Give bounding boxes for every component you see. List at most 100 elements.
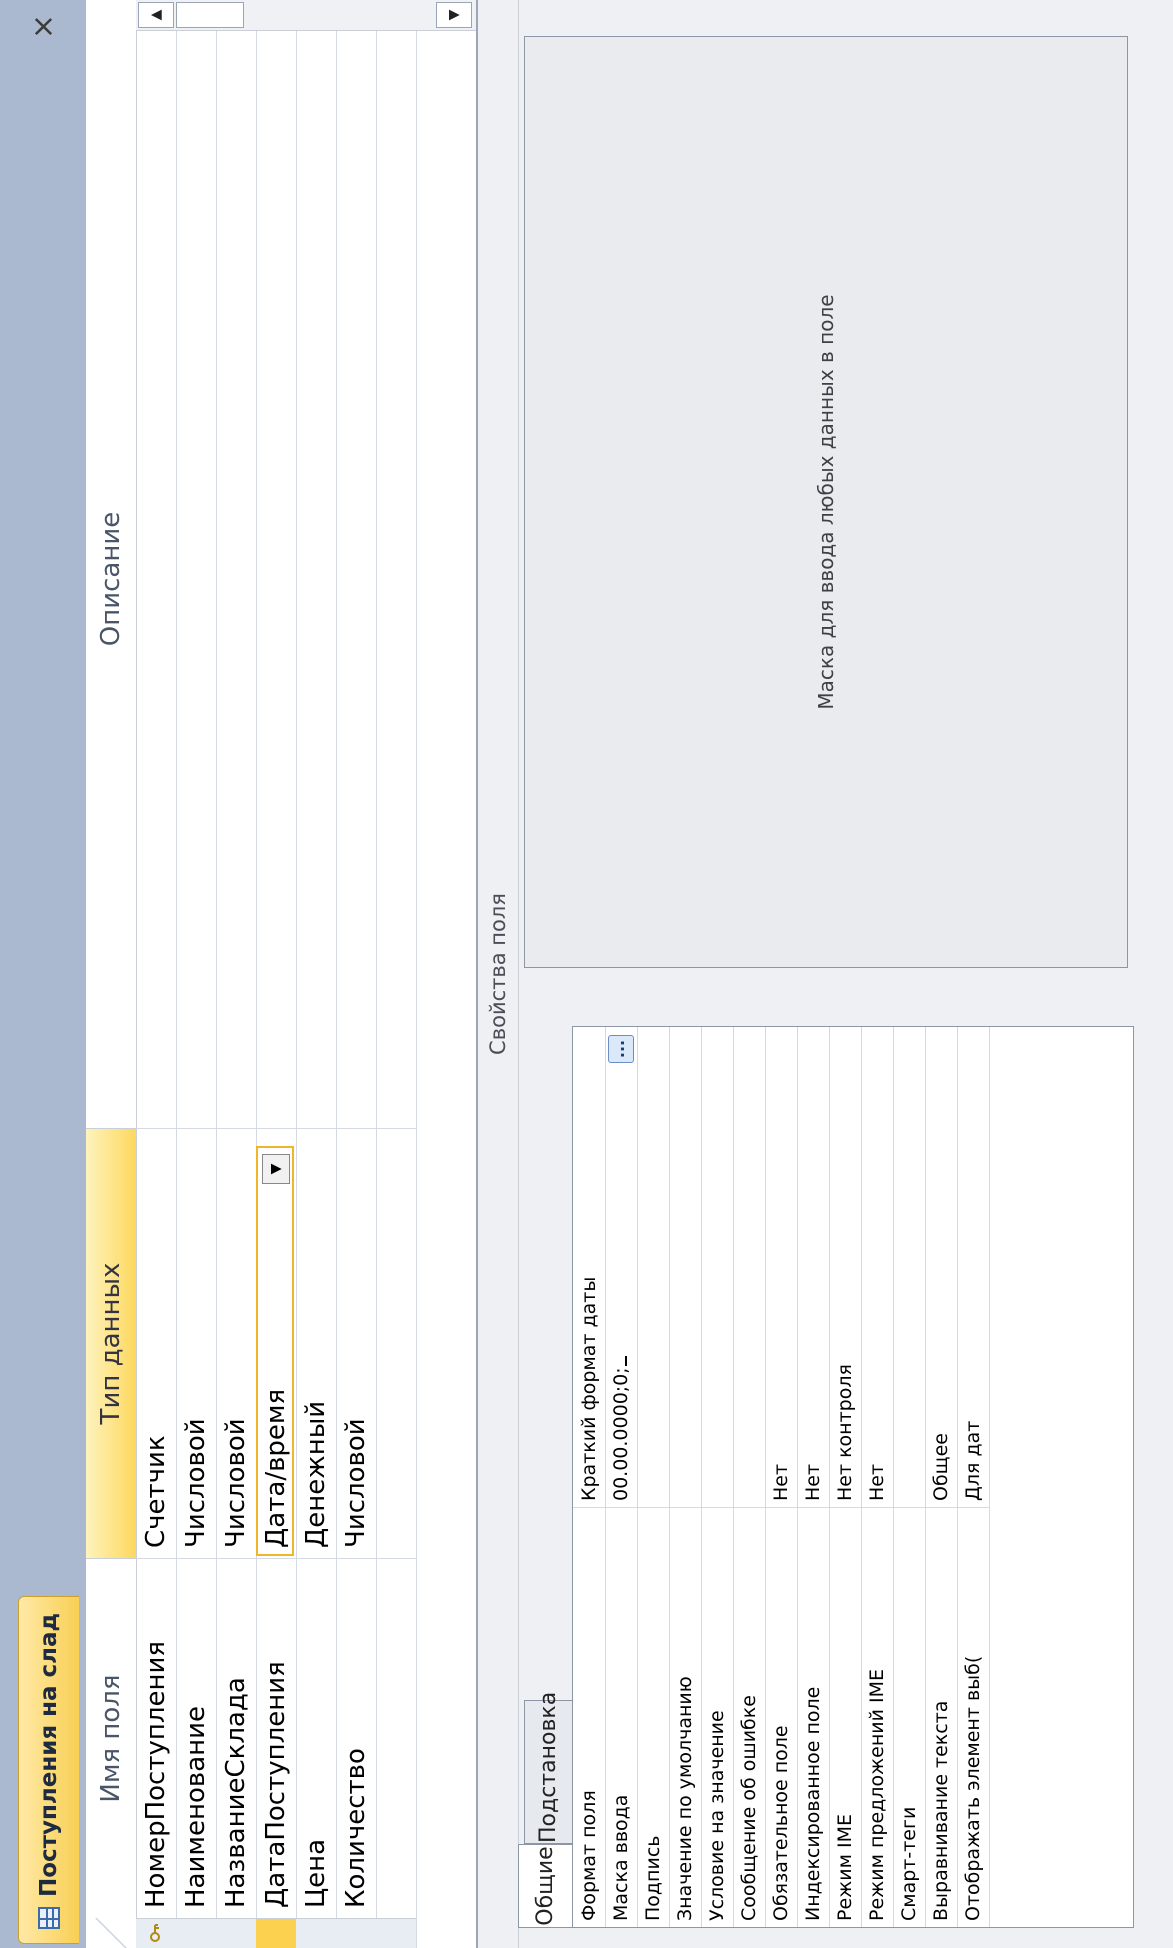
field-name-cell[interactable]: ДатаПоступления [256, 1558, 296, 1918]
field-name-cell[interactable]: Наименование [176, 1558, 216, 1918]
property-row[interactable]: Режим предложений IME Нет [861, 1027, 894, 1927]
property-row[interactable]: Подпись [637, 1027, 670, 1927]
property-row[interactable]: Сообщение об ошибке [733, 1027, 766, 1927]
property-value[interactable] [893, 1027, 925, 1507]
property-row[interactable]: Выравнивание текста Общее [925, 1027, 958, 1927]
property-value[interactable]: Нет [797, 1027, 829, 1507]
data-type-cell[interactable]: Денежный [296, 1128, 336, 1558]
scroll-thumb[interactable] [176, 2, 244, 28]
property-help-text: Маска для ввода любых данных в поле [814, 294, 838, 710]
row-selector[interactable] [136, 1918, 176, 1948]
table-row[interactable]: Наименование Числовой [176, 0, 217, 1948]
property-name: Смарт-теги [893, 1507, 925, 1927]
property-name: Сообщение об ошибке [733, 1507, 765, 1927]
property-help-panel: Маска для ввода любых данных в поле [524, 36, 1128, 968]
property-value[interactable] [733, 1027, 765, 1507]
scroll-up-icon[interactable]: ▲ [138, 2, 174, 28]
property-name: Маска ввода [605, 1507, 637, 1927]
header-description[interactable]: Описание [86, 30, 136, 1128]
property-name: Индексированное поле [797, 1507, 829, 1927]
property-row[interactable]: Формат поля Краткий формат даты [573, 1027, 606, 1927]
property-row-active[interactable]: Маска ввода 00.00.0000;0;... [605, 1027, 638, 1927]
property-name: Обязательное поле [765, 1507, 797, 1927]
description-cell[interactable] [216, 0, 256, 1128]
description-cell[interactable] [256, 0, 296, 1128]
primary-key-icon [150, 1924, 160, 1942]
table-row[interactable]: Цена Денежный [296, 0, 337, 1948]
property-name: Режим предложений IME [861, 1507, 893, 1927]
field-name-cell[interactable]: НомерПоступления [136, 1558, 176, 1918]
table-row[interactable]: НазваниеСклада Числовой [216, 0, 257, 1948]
property-name: Отображать элемент выб( [957, 1507, 989, 1927]
select-all-corner[interactable] [86, 1918, 136, 1948]
row-selector[interactable] [296, 1918, 336, 1948]
data-type-cell[interactable]: Счетчик [136, 1128, 176, 1558]
property-row[interactable]: Условие на значение [701, 1027, 734, 1927]
row-selector[interactable] [216, 1918, 256, 1948]
field-name-cell[interactable]: НазваниеСклада [216, 1558, 256, 1918]
vertical-scrollbar[interactable]: ▲ ▼ [136, 0, 476, 31]
header-field-name[interactable]: Имя поля [86, 1558, 136, 1918]
data-type-cell[interactable]: Числовой [176, 1128, 216, 1558]
property-value[interactable]: Для дат [957, 1027, 989, 1507]
description-cell[interactable] [336, 0, 376, 1128]
row-selector[interactable] [336, 1918, 376, 1948]
row-selector[interactable] [376, 1918, 416, 1948]
property-name: Режим IME [829, 1507, 861, 1927]
property-value[interactable]: Общее [925, 1027, 957, 1507]
property-row[interactable]: Значение по умолчанию [669, 1027, 702, 1927]
property-value[interactable]: Краткий формат даты [573, 1027, 605, 1507]
description-cell[interactable] [296, 0, 336, 1128]
property-row[interactable]: Обязательное поле Нет [765, 1027, 798, 1927]
data-type-combobox[interactable]: ▼ [256, 1146, 294, 1556]
property-value[interactable]: Нет [861, 1027, 893, 1507]
table-icon [38, 1907, 60, 1929]
property-row[interactable]: Режим IME Нет контроля [829, 1027, 862, 1927]
property-row[interactable]: Смарт-теги [893, 1027, 926, 1927]
description-cell[interactable] [136, 0, 176, 1128]
field-name-cell[interactable]: Количество [336, 1558, 376, 1918]
table-row-empty[interactable] [376, 0, 417, 1948]
description-cell[interactable] [376, 0, 416, 1128]
document-tab[interactable]: Поступления на слад [18, 1596, 79, 1944]
tab-general[interactable]: Общие [518, 1844, 572, 1928]
property-name: Формат поля [573, 1507, 605, 1927]
property-row[interactable]: Отображать элемент выб( Для дат [957, 1027, 990, 1927]
row-selector[interactable] [176, 1918, 216, 1948]
table-row[interactable]: Количество Числовой [336, 0, 377, 1948]
property-value[interactable]: Нет контроля [829, 1027, 861, 1507]
property-value[interactable] [669, 1027, 701, 1507]
row-selector[interactable] [256, 1918, 296, 1948]
text-cursor [625, 1356, 627, 1367]
document-tab-title: Поступления на слад [36, 1612, 62, 1897]
table-row-current[interactable]: ДатаПоступления Дата/время ▼ [256, 0, 297, 1948]
description-cell[interactable] [176, 0, 216, 1128]
property-name: Значение по умолчанию [669, 1507, 701, 1927]
field-name-cell[interactable] [376, 1558, 416, 1918]
field-name-cell[interactable]: Цена [296, 1558, 336, 1918]
property-name: Подпись [637, 1507, 669, 1927]
scroll-down-icon[interactable]: ▼ [436, 2, 472, 28]
field-grid: Имя поля Тип данных Описание НомерПоступ… [86, 0, 476, 1948]
data-type-cell[interactable] [376, 1128, 416, 1558]
chevron-down-icon[interactable]: ▼ [262, 1154, 290, 1184]
property-value[interactable] [701, 1027, 733, 1507]
document-tab-strip: Поступления на слад × [0, 0, 86, 1948]
property-value[interactable] [637, 1027, 669, 1507]
data-type-cell[interactable]: Числовой [336, 1128, 376, 1558]
property-name: Условие на значение [701, 1507, 733, 1927]
grid-header: Имя поля Тип данных Описание [86, 0, 137, 1948]
close-icon[interactable]: × [26, 14, 61, 39]
builder-button[interactable]: ... [608, 1035, 634, 1063]
field-properties-pane: Свойства поля Общие Подстановка Формат п… [476, 0, 1173, 1948]
tab-lookup[interactable]: Подстановка [524, 1692, 572, 1844]
property-row[interactable]: Индексированное поле Нет [797, 1027, 830, 1927]
header-data-type[interactable]: Тип данных [86, 1128, 136, 1558]
property-value[interactable]: 00.00.0000;0; [610, 1367, 632, 1501]
table-design-view: Поступления на слад × Имя поля Тип данны… [0, 0, 1173, 1948]
table-row[interactable]: НомерПоступления Счетчик [136, 0, 177, 1948]
property-name: Выравнивание текста [925, 1507, 957, 1927]
data-type-cell[interactable]: Числовой [216, 1128, 256, 1558]
input-mask-field[interactable]: 00.00.0000;0;... [605, 1027, 637, 1507]
property-value[interactable]: Нет [765, 1027, 797, 1507]
